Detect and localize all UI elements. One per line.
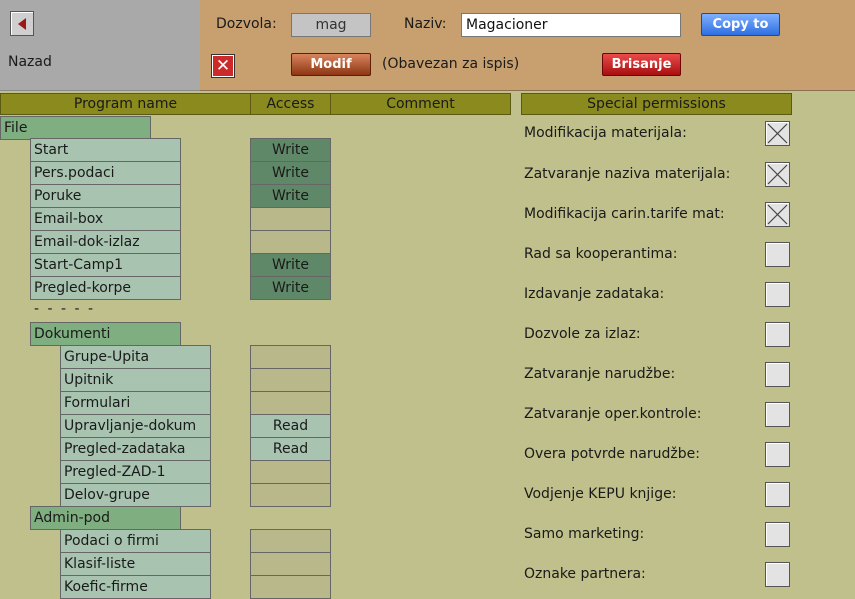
separator: - - - - -	[34, 301, 96, 317]
access-cell[interactable]	[250, 391, 331, 415]
copy-to-button[interactable]: Copy to	[701, 13, 780, 36]
access-cell[interactable]: Read	[250, 437, 331, 461]
naziv-input[interactable]: Magacioner	[461, 13, 681, 37]
brisanje-button[interactable]: Brisanje	[602, 53, 681, 76]
access-cell[interactable]	[250, 368, 331, 392]
permission-label: Zatvaranje oper.kontrole:	[524, 406, 702, 422]
permission-checkbox[interactable]	[765, 282, 790, 307]
program-row[interactable]: Poruke	[30, 184, 181, 208]
header-special-permissions: Special permissions	[521, 93, 792, 115]
program-row[interactable]: Email-box	[30, 207, 181, 231]
permission-label: Samo marketing:	[524, 526, 645, 542]
program-row[interactable]: Koefic-firme	[60, 575, 211, 599]
program-row[interactable]: Delov-grupe	[60, 483, 211, 507]
permission-label: Izdavanje zadataka:	[524, 286, 665, 302]
permission-label: Overa potvrde narudžbe:	[524, 446, 700, 462]
permission-checkbox[interactable]	[765, 562, 790, 587]
program-row[interactable]: Klasif-liste	[60, 552, 211, 576]
permission-checkbox[interactable]	[765, 522, 790, 547]
permission-checkbox[interactable]	[765, 362, 790, 387]
permission-label: Modifikacija carin.tarife mat:	[524, 206, 725, 222]
back-button[interactable]	[10, 11, 34, 36]
permission-checkbox[interactable]	[765, 442, 790, 467]
back-label: Nazad	[8, 54, 52, 70]
access-cell[interactable]: Write	[250, 138, 331, 162]
header-comment: Comment	[330, 93, 511, 115]
program-row[interactable]: Pregled-zadataka	[60, 437, 211, 461]
modif-button[interactable]: Modif	[291, 53, 371, 76]
access-cell[interactable]	[250, 345, 331, 369]
check-x-icon	[767, 123, 788, 144]
access-cell[interactable]: Write	[250, 276, 331, 300]
check-x-icon	[767, 164, 788, 185]
access-cell[interactable]	[250, 529, 331, 553]
group-dokumenti[interactable]: Dokumenti	[30, 322, 181, 346]
permission-checkbox[interactable]	[765, 162, 790, 187]
header-access: Access	[250, 93, 331, 115]
access-cell[interactable]: Write	[250, 184, 331, 208]
permission-label: Vodjenje KEPU knjige:	[524, 486, 677, 502]
program-row[interactable]: Start-Camp1	[30, 253, 181, 277]
program-row[interactable]: Formulari	[60, 391, 211, 415]
program-row[interactable]: Grupe-Upita	[60, 345, 211, 369]
dozvola-field[interactable]: mag	[291, 13, 371, 37]
program-row[interactable]: Podaci o firmi	[60, 529, 211, 553]
permission-label: Zatvaranje narudžbe:	[524, 366, 676, 382]
permission-label: Rad sa kooperantima:	[524, 246, 678, 262]
access-cell[interactable]	[250, 575, 331, 599]
program-row[interactable]: Start	[30, 138, 181, 162]
access-cell[interactable]: Write	[250, 161, 331, 185]
permission-checkbox[interactable]	[765, 322, 790, 347]
group-file[interactable]: File	[0, 116, 151, 140]
check-x-icon	[767, 204, 788, 225]
program-row[interactable]: Pers.podaci	[30, 161, 181, 185]
obavezan-label: (Obavezan za ispis)	[382, 56, 520, 72]
access-cell[interactable]	[250, 483, 331, 507]
dozvola-label: Dozvola:	[216, 16, 277, 32]
permission-checkbox[interactable]	[765, 482, 790, 507]
access-cell[interactable]	[250, 552, 331, 576]
close-icon: ✕	[213, 56, 233, 76]
access-cell[interactable]: Write	[250, 253, 331, 277]
permission-checkbox[interactable]	[765, 242, 790, 267]
access-cell[interactable]	[250, 460, 331, 484]
access-cell[interactable]	[250, 230, 331, 254]
program-row[interactable]: Upitnik	[60, 368, 211, 392]
access-cell[interactable]: Read	[250, 414, 331, 438]
permission-label: Modifikacija materijala:	[524, 125, 687, 141]
permission-checkbox[interactable]	[765, 121, 790, 146]
permission-label: Dozvole za izlaz:	[524, 326, 641, 342]
group-admin-pod[interactable]: Admin-pod	[30, 506, 181, 530]
permission-label: Zatvaranje naziva materijala:	[524, 166, 731, 182]
delete-icon-button[interactable]: ✕	[211, 54, 235, 78]
program-row[interactable]: Email-dok-izlaz	[30, 230, 181, 254]
permission-label: Oznake partnera:	[524, 566, 646, 582]
arrow-left-icon	[18, 18, 26, 30]
permission-checkbox[interactable]	[765, 202, 790, 227]
header-program-name: Program name	[0, 93, 251, 115]
permission-checkbox[interactable]	[765, 402, 790, 427]
program-row[interactable]: Pregled-ZAD-1	[60, 460, 211, 484]
program-row[interactable]: Upravljanje-dokum	[60, 414, 211, 438]
access-cell[interactable]	[250, 207, 331, 231]
program-row[interactable]: Pregled-korpe	[30, 276, 181, 300]
naziv-label: Naziv:	[404, 16, 447, 32]
